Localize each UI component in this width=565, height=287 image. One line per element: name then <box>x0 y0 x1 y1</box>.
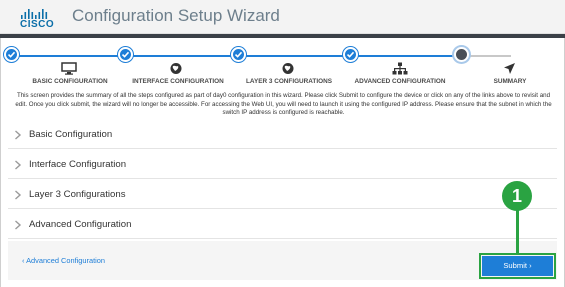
step-2-check[interactable] <box>118 47 133 62</box>
cisco-logo: CISCO <box>20 7 55 31</box>
section-basic-configuration[interactable]: Basic Configuration <box>8 121 557 149</box>
section-label: Basic Configuration <box>29 129 113 140</box>
send-icon <box>503 62 519 75</box>
wizard-stepper: BASIC CONFIGURATION INTERFACE CONFIGURAT… <box>0 38 565 90</box>
chevron-right-icon <box>15 160 22 170</box>
globe-icon <box>169 62 185 75</box>
check-icon <box>346 51 355 58</box>
chevron-right-icon <box>15 220 22 230</box>
step-1-check[interactable] <box>4 47 19 62</box>
app-header: CISCO Configuration Setup Wizard <box>0 0 565 34</box>
globe-icon <box>281 62 297 75</box>
section-interface-configuration[interactable]: Interface Configuration <box>8 151 557 179</box>
logo-text: CISCO <box>20 19 55 30</box>
section-label: Layer 3 Configurations <box>29 189 126 200</box>
page-title: Configuration Setup Wizard <box>72 6 280 25</box>
step-4-check[interactable] <box>343 47 358 62</box>
step-label-summary: SUMMARY <box>493 78 527 85</box>
monitor-icon <box>61 62 77 75</box>
callout-badge: 1 <box>502 181 532 211</box>
check-icon <box>234 51 243 58</box>
section-label: Interface Configuration <box>29 159 127 170</box>
step-3-check[interactable] <box>231 47 246 62</box>
summary-description: This screen provides the summary of all … <box>15 92 552 117</box>
chevron-right-icon <box>15 190 22 200</box>
back-link[interactable]: ‹ Advanced Configuration <box>22 256 105 265</box>
section-label: Advanced Configuration <box>29 219 132 230</box>
check-icon <box>121 51 130 58</box>
section-advanced-configuration[interactable]: Advanced Configuration <box>8 211 557 239</box>
step-label-interface[interactable]: INTERFACE CONFIGURATION <box>132 78 223 85</box>
step-5-current <box>454 47 469 62</box>
step-label-layer3[interactable]: LAYER 3 CONFIGURATIONS <box>246 78 332 85</box>
chevron-right-icon <box>15 130 22 140</box>
network-icon <box>392 62 408 75</box>
step-label-advanced[interactable]: ADVANCED CONFIGURATION <box>354 78 445 85</box>
check-icon <box>7 51 16 58</box>
step-label-basic[interactable]: BASIC CONFIGURATION <box>32 78 107 85</box>
wizard-footer: ‹ Advanced Configuration <box>8 241 557 280</box>
submit-button[interactable]: Submit › <box>479 253 556 279</box>
callout-connector <box>516 210 519 254</box>
section-layer3-configurations[interactable]: Layer 3 Configurations <box>8 181 557 209</box>
